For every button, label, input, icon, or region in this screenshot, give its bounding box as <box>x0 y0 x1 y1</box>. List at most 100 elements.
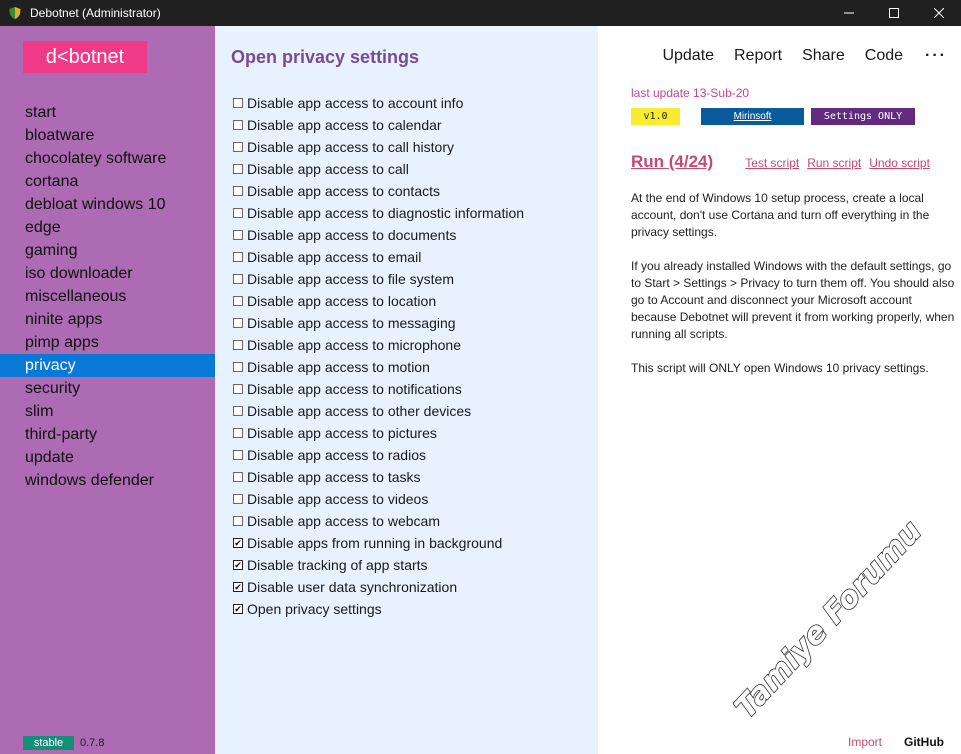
sidebar-item-privacy[interactable]: privacy <box>0 354 215 377</box>
script-item[interactable]: Disable app access to messaging <box>233 312 524 334</box>
script-item-label: Disable app access to tasks <box>247 469 421 485</box>
shield-icon <box>9 7 21 19</box>
sidebar-item-pimp-apps[interactable]: pimp apps <box>0 331 215 354</box>
checkbox[interactable] <box>233 516 243 526</box>
checkbox[interactable] <box>233 340 243 350</box>
sidebar-item-cortana[interactable]: cortana <box>0 170 215 193</box>
script-item-label: Disable app access to call <box>247 161 409 177</box>
run-script-link[interactable]: Run script <box>807 156 861 170</box>
sidebar-item-ninite-apps[interactable]: ninite apps <box>0 308 215 331</box>
sidebar-item-chocolatey-software[interactable]: chocolatey software <box>0 147 215 170</box>
github-link[interactable]: GitHub <box>904 735 944 749</box>
more-menu-icon[interactable]: ··· <box>925 47 947 65</box>
script-item[interactable]: Disable app access to webcam <box>233 510 524 532</box>
menu-report[interactable]: Report <box>734 47 782 65</box>
info-panel: Update Report Share Code ··· last update… <box>598 26 961 754</box>
sidebar-item-security[interactable]: security <box>0 377 215 400</box>
sidebar-item-miscellaneous[interactable]: miscellaneous <box>0 285 215 308</box>
checkbox[interactable] <box>233 230 243 240</box>
script-item[interactable]: Disable app access to other devices <box>233 400 524 422</box>
script-item[interactable]: ✔ Disable apps from running in background <box>233 532 524 554</box>
checkbox[interactable] <box>233 406 243 416</box>
import-link[interactable]: Import <box>848 735 882 749</box>
checkbox[interactable] <box>233 142 243 152</box>
script-item[interactable]: Disable app access to motion <box>233 356 524 378</box>
checkbox[interactable] <box>233 208 243 218</box>
checkbox[interactable] <box>233 362 243 372</box>
script-item[interactable]: Disable app access to documents <box>233 224 524 246</box>
description-paragraph: This script will ONLY open Windows 10 pr… <box>631 361 929 375</box>
script-item[interactable]: Disable app access to diagnostic informa… <box>233 202 524 224</box>
checkbox[interactable] <box>233 98 243 108</box>
script-item-label: Disable app access to notifications <box>247 381 462 397</box>
checkbox-checked[interactable]: ✔ <box>233 582 243 592</box>
undo-script-link[interactable]: Undo script <box>869 156 930 170</box>
org-link[interactable]: Mirinsoft <box>701 108 804 125</box>
script-item[interactable]: Disable app access to location <box>233 290 524 312</box>
sidebar-item-edge[interactable]: edge <box>0 216 215 239</box>
run-button[interactable]: Run (4/24) <box>631 152 713 172</box>
sidebar-item-update[interactable]: update <box>0 446 215 469</box>
script-item[interactable]: ✔ Open privacy settings <box>233 598 524 620</box>
checkbox[interactable] <box>233 472 243 482</box>
checkbox-checked[interactable]: ✔ <box>233 560 243 570</box>
sidebar-item-third-party[interactable]: third-party <box>0 423 215 446</box>
menu-update[interactable]: Update <box>662 47 714 65</box>
checkbox[interactable] <box>233 384 243 394</box>
script-item-label: Disable app access to call history <box>247 139 454 155</box>
sidebar-item-bloatware[interactable]: bloatware <box>0 124 215 147</box>
script-item[interactable]: Disable app access to tasks <box>233 466 524 488</box>
script-item[interactable]: Disable app access to contacts <box>233 180 524 202</box>
last-update: last update 13-Sub-20 <box>631 86 750 100</box>
checkbox[interactable] <box>233 318 243 328</box>
checkbox[interactable] <box>233 120 243 130</box>
sidebar-item-debloat-windows-10[interactable]: debloat windows 10 <box>0 193 215 216</box>
script-item-label: Disable app access to other devices <box>247 403 472 419</box>
sidebar-item-start[interactable]: start <box>0 101 215 124</box>
test-script-link[interactable]: Test script <box>745 156 799 170</box>
checkbox[interactable] <box>233 186 243 196</box>
checkbox[interactable] <box>233 450 243 460</box>
sidebar-item-windows-defender[interactable]: windows defender <box>0 469 215 492</box>
menu-code[interactable]: Code <box>865 47 903 65</box>
channel-badge: stable <box>23 736 74 750</box>
maximize-button[interactable] <box>871 0 916 26</box>
script-item[interactable]: ✔ Disable tracking of app starts <box>233 554 524 576</box>
script-item-label: Disable app access to pictures <box>247 425 437 441</box>
app-logo: d<botnet <box>23 41 147 73</box>
maximize-icon <box>888 8 899 18</box>
minimize-icon <box>843 12 854 14</box>
script-item[interactable]: Disable app access to calendar <box>233 114 524 136</box>
script-item-label: Disable app access to webcam <box>247 513 440 529</box>
script-item[interactable]: Disable app access to call <box>233 158 524 180</box>
script-item[interactable]: Disable app access to radios <box>233 444 524 466</box>
script-item-label: Disable app access to microphone <box>247 337 462 353</box>
checkbox[interactable] <box>233 296 243 306</box>
checkbox[interactable] <box>233 252 243 262</box>
checkbox[interactable] <box>233 494 243 504</box>
minimize-button[interactable] <box>826 0 871 26</box>
checkbox[interactable] <box>233 164 243 174</box>
close-button[interactable] <box>916 0 961 26</box>
script-item[interactable]: Disable app access to pictures <box>233 422 524 444</box>
sidebar-item-gaming[interactable]: gaming <box>0 239 215 262</box>
checkbox-checked[interactable]: ✔ <box>233 538 243 548</box>
menu-share[interactable]: Share <box>802 47 845 65</box>
script-item-label: Disable tracking of app starts <box>247 557 428 573</box>
script-item-label: Disable app access to calendar <box>247 117 442 133</box>
script-item[interactable]: Disable app access to notifications <box>233 378 524 400</box>
sidebar-item-slim[interactable]: slim <box>0 400 215 423</box>
script-item[interactable]: Disable app access to videos <box>233 488 524 510</box>
script-item[interactable]: Disable app access to file system <box>233 268 524 290</box>
script-item[interactable]: Disable app access to account info <box>233 92 524 114</box>
checkbox[interactable] <box>233 274 243 284</box>
script-item[interactable]: ✔ Disable user data synchronization <box>233 576 524 598</box>
script-item[interactable]: Disable app access to microphone <box>233 334 524 356</box>
script-item[interactable]: Disable app access to call history <box>233 136 524 158</box>
checkbox[interactable] <box>233 428 243 438</box>
sidebar-item-iso-downloader[interactable]: iso downloader <box>0 262 215 285</box>
script-item[interactable]: Disable app access to email <box>233 246 524 268</box>
checkbox-checked[interactable]: ✔ <box>233 604 243 614</box>
sidebar-nav: start bloatware chocolatey software cortana… <box>0 101 215 492</box>
close-icon <box>933 8 944 18</box>
